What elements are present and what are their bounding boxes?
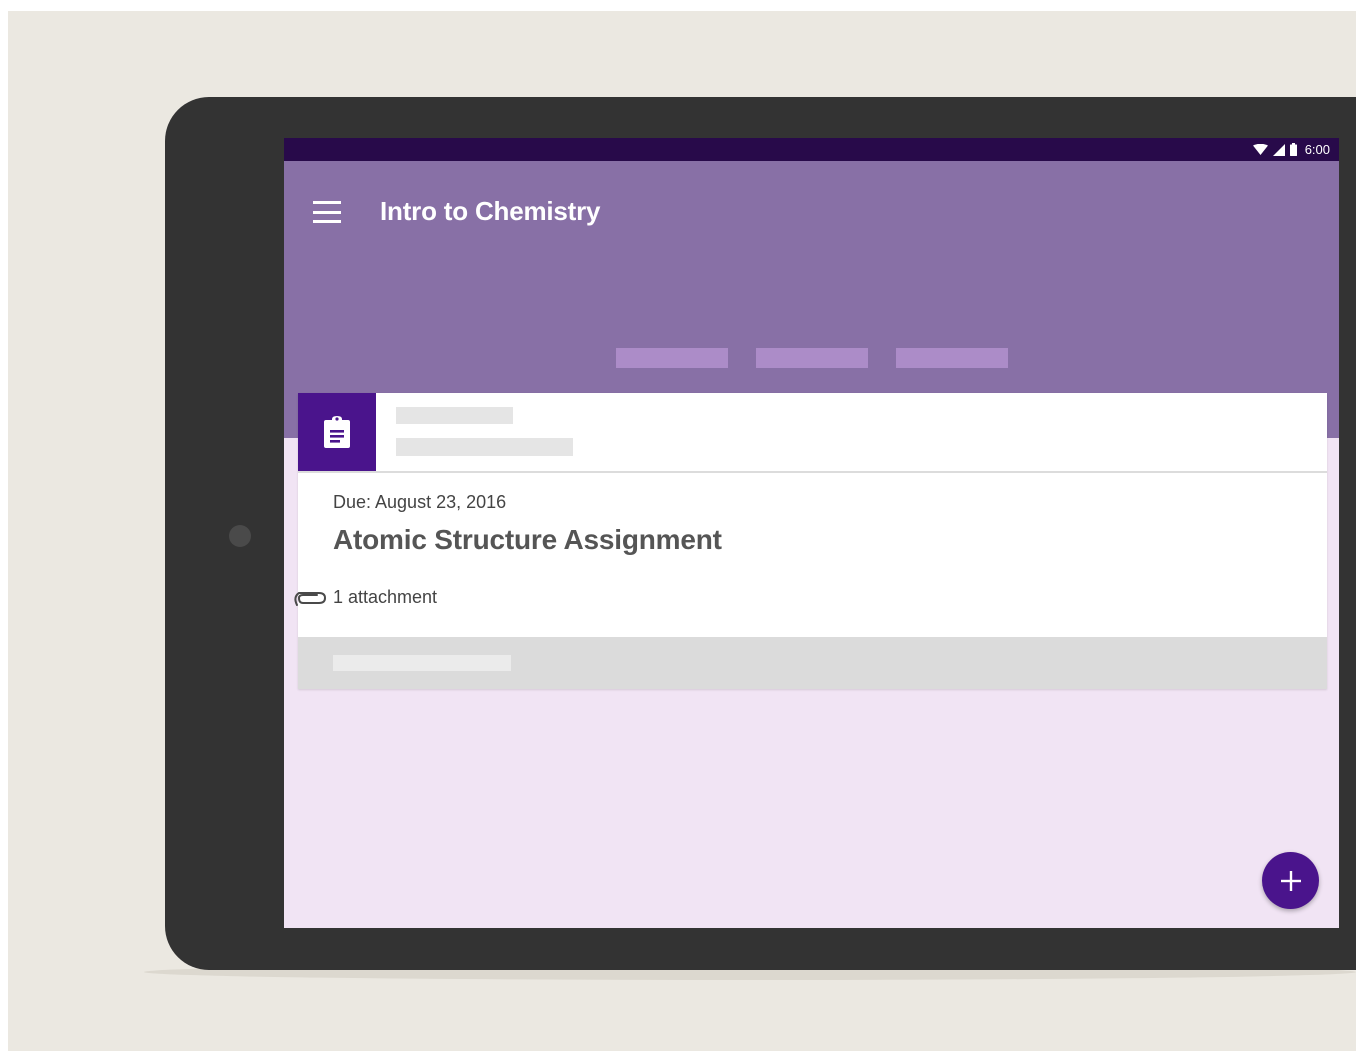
tablet-screen: 6:00 Intro to Chemistry Due: August 23, … (284, 138, 1339, 928)
assignment-icon (324, 416, 350, 448)
status-time: 6:00 (1304, 142, 1330, 157)
tab-2[interactable] (756, 348, 868, 368)
status-icons: 6:00 (1252, 141, 1330, 158)
assignment-icon-badge (298, 393, 376, 471)
cell-signal-icon (1272, 143, 1285, 156)
paperclip-icon (294, 592, 327, 606)
tab-3[interactable] (896, 348, 1008, 368)
add-button[interactable] (1262, 852, 1319, 909)
assignment-card[interactable]: Due: August 23, 2016 Atomic Structure As… (294, 393, 1327, 689)
tab-1[interactable] (616, 348, 728, 368)
wifi-icon (1252, 144, 1268, 155)
attachment-label: 1 attachment (333, 587, 438, 607)
status-bar: 6:00 (284, 138, 1339, 161)
card-header (298, 393, 1327, 473)
card-header-line-1 (396, 407, 513, 424)
page-title: Intro to Chemistry (380, 196, 601, 226)
attachment-row[interactable]: 1 attachment (291, 586, 437, 608)
menu-icon[interactable] (313, 201, 341, 223)
card-header-line-2 (396, 438, 573, 456)
card-footer-line (333, 655, 511, 671)
assignment-title[interactable]: Atomic Structure Assignment (333, 523, 722, 557)
tab-bar (616, 348, 1008, 368)
battery-icon (1289, 143, 1297, 156)
plus-icon (1280, 870, 1301, 891)
card-footer (298, 637, 1327, 689)
tablet-camera (229, 525, 251, 547)
due-date: Due: August 23, 2016 (333, 492, 507, 512)
